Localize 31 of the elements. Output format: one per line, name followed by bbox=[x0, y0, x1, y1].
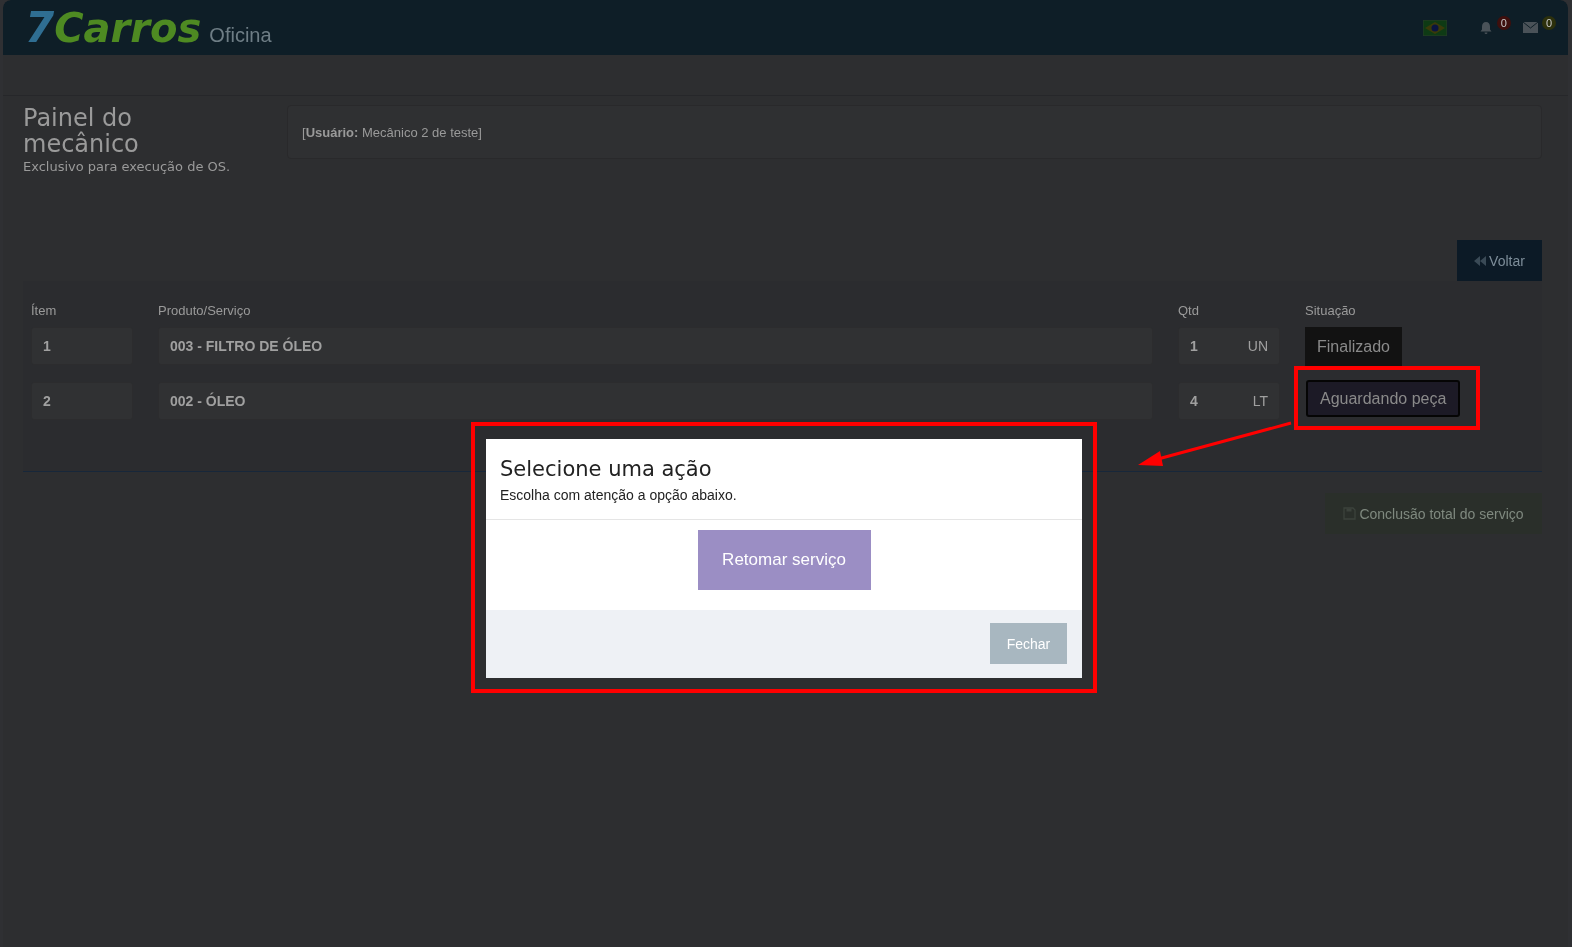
logo-word: Carros bbox=[54, 5, 202, 51]
unit-label: LT bbox=[1252, 393, 1268, 409]
column-header: Situação bbox=[1305, 303, 1357, 320]
user-info: [Usuário: Mecânico 2 de teste] bbox=[302, 124, 482, 140]
page-subtitle: Exclusivo para execução de OS. bbox=[23, 159, 232, 174]
item-field: 1 bbox=[31, 327, 133, 365]
dialog-title: Selecione uma ação bbox=[500, 457, 713, 481]
page-title: Painel do mecânico bbox=[23, 105, 140, 157]
notification-count: 0 bbox=[1496, 15, 1511, 30]
product-field: 002 - ÓLEO bbox=[158, 382, 1153, 420]
dialog-subtitle: Escolha com atenção a opção abaixo. bbox=[500, 487, 738, 503]
column-header: Qtd bbox=[1178, 303, 1200, 320]
product-field: 003 - FILTRO DE ÓLEO bbox=[158, 327, 1153, 365]
quantity-value: 1 bbox=[1190, 338, 1198, 354]
back-button[interactable]: Voltar bbox=[1457, 240, 1542, 281]
complete-service-button[interactable]: Conclusão total do serviço bbox=[1325, 493, 1542, 534]
message-count: 0 bbox=[1541, 15, 1556, 30]
flag-icon[interactable] bbox=[1422, 19, 1447, 36]
envelope-icon[interactable] bbox=[1522, 22, 1538, 33]
column-header: Produto/Serviço bbox=[158, 303, 252, 320]
logo-number: 7 bbox=[25, 3, 55, 52]
item-field: 2 bbox=[31, 382, 133, 420]
logo-suffix: Oficina bbox=[209, 24, 272, 47]
column-header: Ítem bbox=[31, 303, 58, 320]
resume-service-button[interactable]: Retomar serviço bbox=[697, 530, 871, 590]
unit-label: UN bbox=[1247, 338, 1268, 354]
status-button[interactable]: Finalizado bbox=[1305, 327, 1402, 366]
status-button[interactable]: Aguardando peça bbox=[1306, 380, 1461, 417]
quantity-value: 4 bbox=[1190, 393, 1198, 409]
bell-icon[interactable] bbox=[1478, 20, 1493, 35]
double-arrow-icon bbox=[1474, 255, 1487, 266]
